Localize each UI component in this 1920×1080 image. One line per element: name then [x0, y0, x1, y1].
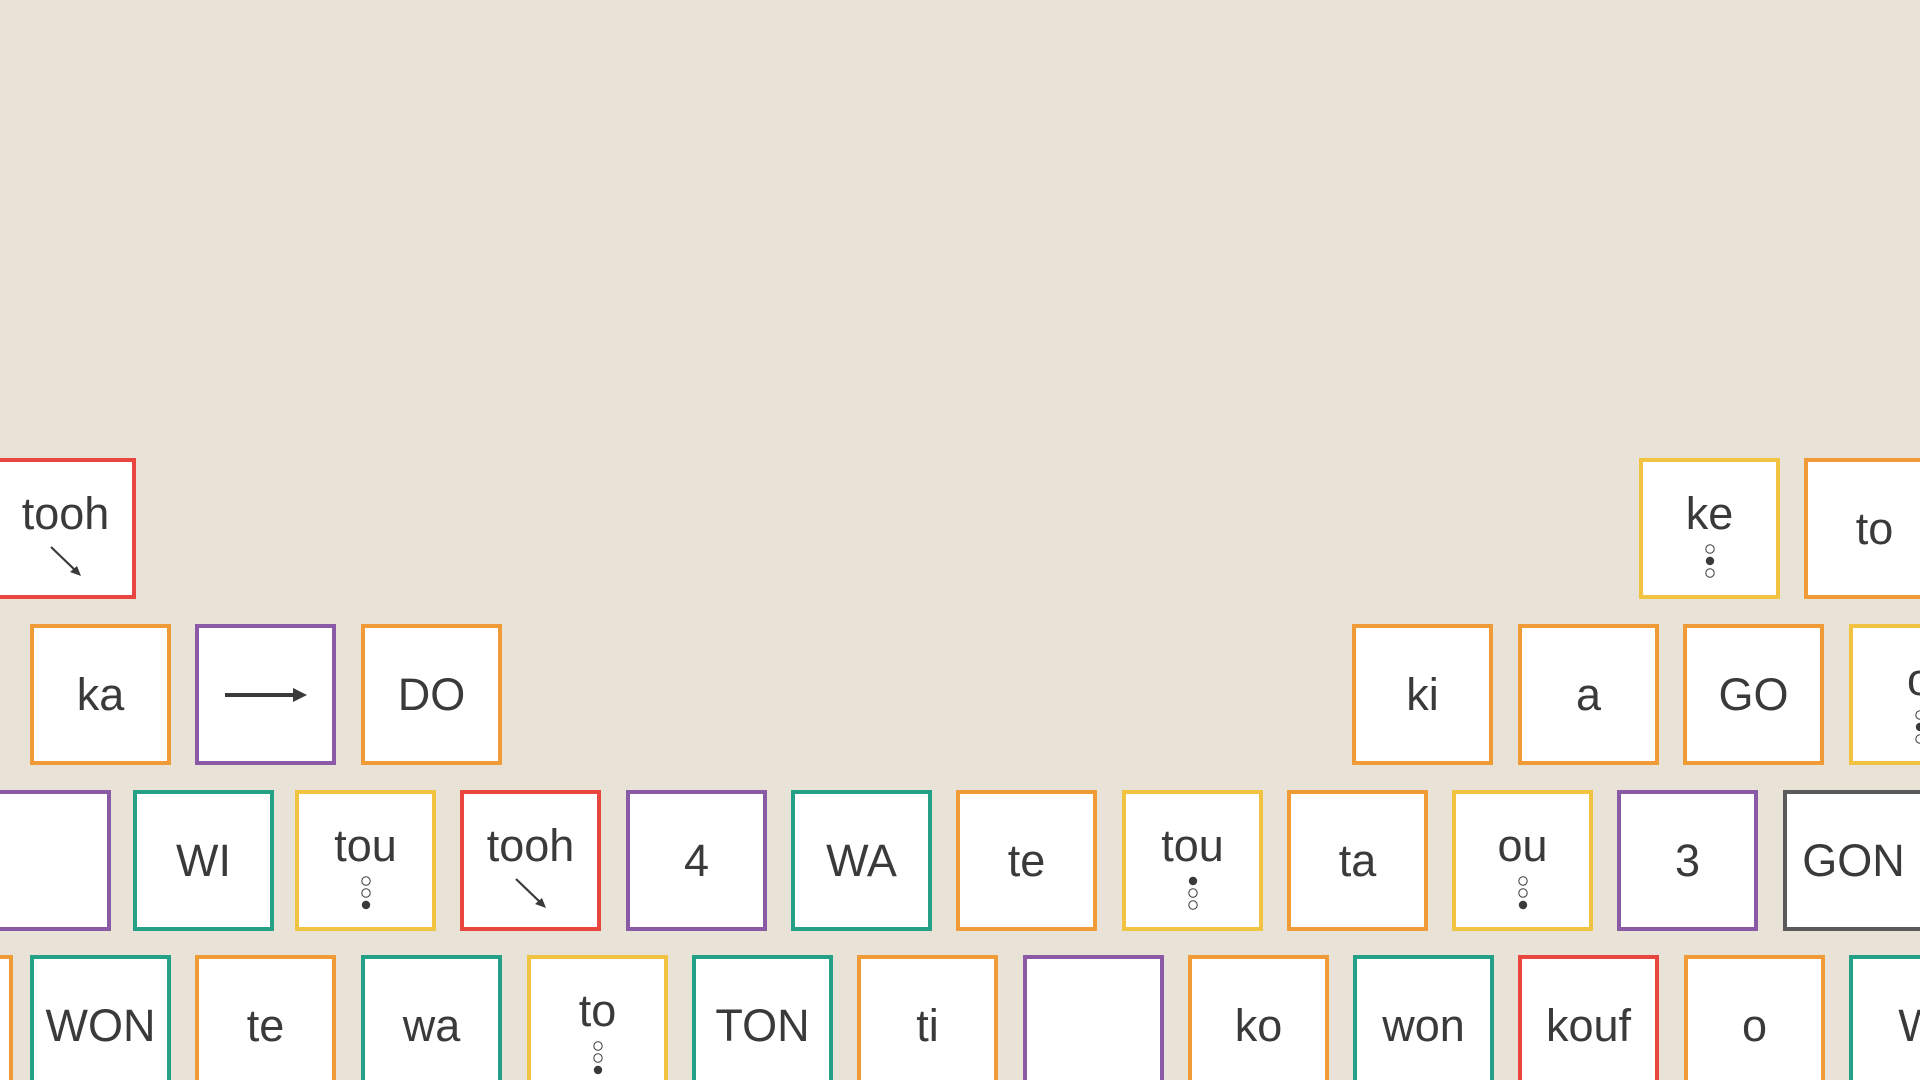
syllable-tile: W — [1849, 955, 1920, 1080]
syllable-tile: ka — [30, 624, 171, 765]
syllable-tile: o — [1849, 624, 1920, 765]
syllable-tile: tou — [295, 790, 436, 931]
tone-dots-icon — [1914, 710, 1920, 744]
tile-label: tooh — [21, 488, 110, 539]
tile-label: to — [1855, 503, 1894, 554]
syllable-tile: a — [1518, 624, 1659, 765]
syllable-tile — [0, 955, 13, 1080]
tile-label: to — [578, 985, 617, 1036]
syllable-tile: GON — [1783, 790, 1920, 931]
tile-label: W — [1898, 1000, 1920, 1051]
tile-label: ke — [1685, 488, 1734, 539]
syllable-tile — [195, 624, 336, 765]
tile-label: won — [1382, 1000, 1465, 1051]
syllable-tile: kouf — [1518, 955, 1659, 1080]
syllable-tile: to — [527, 955, 668, 1080]
tile-label: a — [1575, 669, 1602, 720]
syllable-tile — [0, 790, 111, 931]
syllable-tile: WON — [30, 955, 171, 1080]
syllable-tile: tooh — [0, 458, 136, 599]
syllable-tile: GO — [1683, 624, 1824, 765]
tone-dots-bottom-icon — [1517, 876, 1528, 910]
syllable-tile-board: tooh ke to ka DO ki a GO o WI tou tooh 4 WA te tou ta ou 3… — [0, 0, 1920, 1080]
tone-dots-bottom-icon — [360, 876, 371, 910]
syllable-tile: won — [1353, 955, 1494, 1080]
tile-label: ta — [1338, 835, 1377, 886]
tile-label: WI — [176, 835, 231, 886]
syllable-tile: WA — [791, 790, 932, 931]
tile-label: ki — [1406, 669, 1439, 720]
syllable-tile: ki — [1352, 624, 1493, 765]
tile-label: wa — [402, 1000, 461, 1051]
tile-label: tooh — [486, 820, 575, 871]
syllable-tile: o — [1684, 955, 1825, 1080]
tile-label: o — [1741, 1000, 1768, 1051]
tile-label: 4 — [683, 835, 710, 886]
syllable-tile: te — [956, 790, 1097, 931]
syllable-tile: to — [1804, 458, 1920, 599]
tile-label: ou — [1497, 820, 1548, 871]
syllable-tile: WI — [133, 790, 274, 931]
falling-tone-arrow-icon — [49, 546, 81, 576]
tone-dots-bottom-icon — [592, 1041, 603, 1075]
syllable-tile: wa — [361, 955, 502, 1080]
tile-label: 3 — [1674, 835, 1701, 886]
syllable-tile: ou — [1452, 790, 1593, 931]
tile-label: GON — [1802, 835, 1905, 886]
tile-label: WON — [45, 1000, 156, 1051]
syllable-tile: TON — [692, 955, 833, 1080]
tile-label: tou — [1161, 820, 1224, 871]
syllable-tile: ke — [1639, 458, 1780, 599]
tile-label: TON — [715, 1000, 810, 1051]
falling-tone-arrow-icon — [514, 878, 546, 908]
tile-label: kouf — [1545, 1000, 1632, 1051]
syllable-tile: tooh — [460, 790, 601, 931]
syllable-tile: te — [195, 955, 336, 1080]
tone-dots-top-icon — [1187, 876, 1198, 910]
syllable-tile: DO — [361, 624, 502, 765]
tile-label: te — [246, 1000, 285, 1051]
syllable-tile: tou — [1122, 790, 1263, 931]
tile-label: ko — [1234, 1000, 1283, 1051]
tile-label: ti — [916, 1000, 939, 1051]
syllable-tile: ko — [1188, 955, 1329, 1080]
syllable-tile: ti — [857, 955, 998, 1080]
syllable-tile: 4 — [626, 790, 767, 931]
tone-dots-middle-icon — [1704, 544, 1715, 578]
right-arrow-icon — [224, 687, 307, 702]
tile-label: o — [1906, 654, 1920, 705]
tile-label: GO — [1718, 669, 1789, 720]
tile-label: DO — [397, 669, 466, 720]
tile-label: ka — [76, 669, 125, 720]
tile-label: te — [1007, 835, 1046, 886]
syllable-tile — [1023, 955, 1164, 1080]
syllable-tile: 3 — [1617, 790, 1758, 931]
tile-label: tou — [334, 820, 397, 871]
tile-label: WA — [826, 835, 897, 886]
syllable-tile: ta — [1287, 790, 1428, 931]
